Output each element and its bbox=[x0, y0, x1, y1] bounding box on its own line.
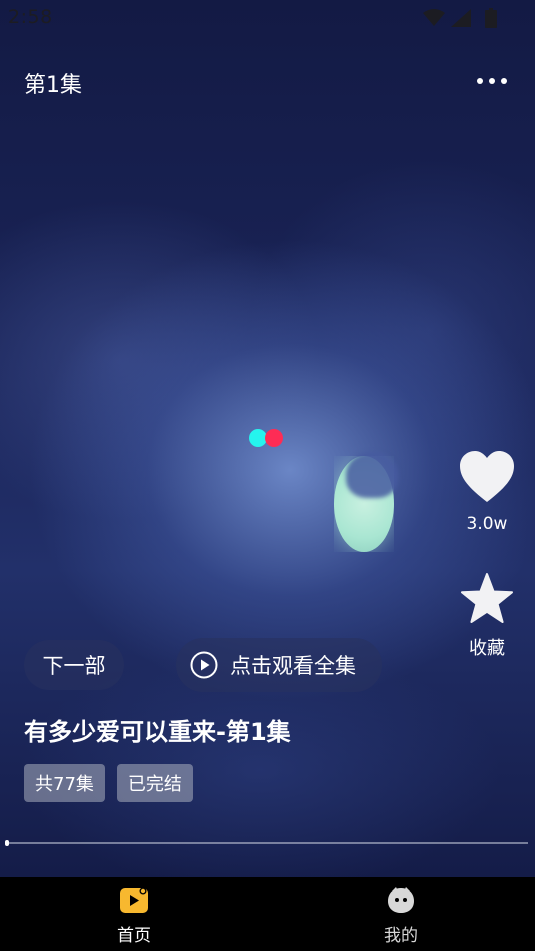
more-dot bbox=[501, 78, 507, 84]
more-icon[interactable] bbox=[477, 68, 507, 94]
play-circle-icon bbox=[190, 651, 218, 679]
wifi-icon bbox=[423, 9, 445, 26]
next-series-button[interactable]: 下一部 bbox=[24, 640, 124, 690]
top-bar: 第1集 bbox=[0, 60, 535, 104]
more-dot bbox=[489, 78, 495, 84]
status-time: 2:58 bbox=[8, 6, 53, 28]
video-home-icon bbox=[120, 887, 148, 913]
progress-bar[interactable] bbox=[6, 842, 528, 844]
nav-item-mine[interactable]: 我的 bbox=[341, 885, 461, 947]
nav-label-mine: 我的 bbox=[384, 926, 418, 946]
cloud-overlay bbox=[346, 452, 398, 498]
heart-icon[interactable] bbox=[459, 450, 515, 504]
watch-all-label: 点击观看全集 bbox=[230, 654, 356, 678]
like-count: 3.0w bbox=[466, 514, 508, 534]
watch-all-button[interactable]: 点击观看全集 bbox=[176, 638, 382, 692]
next-series-label: 下一部 bbox=[42, 654, 106, 678]
episode-count-tag: 共77集 bbox=[24, 764, 105, 802]
bottom-nav: 首页 我的 bbox=[0, 877, 535, 951]
loading-indicator bbox=[249, 429, 283, 447]
favorite-label: 收藏 bbox=[469, 638, 505, 659]
drama-title: 有多少爱可以重来-第1集 bbox=[24, 718, 291, 746]
more-dot bbox=[477, 78, 483, 84]
profile-face-icon bbox=[388, 887, 414, 913]
loading-dot-red bbox=[265, 429, 283, 447]
status-tag: 已完结 bbox=[116, 764, 193, 802]
tag-list: 共77集 已完结 bbox=[24, 764, 193, 802]
signal-icon bbox=[451, 9, 471, 27]
status-bar: 2:58 bbox=[0, 0, 535, 36]
star-icon[interactable] bbox=[459, 572, 515, 626]
battery-icon bbox=[485, 8, 497, 28]
status-icons bbox=[423, 8, 497, 28]
nav-item-home[interactable]: 首页 bbox=[74, 885, 194, 947]
progress-knob[interactable] bbox=[5, 840, 9, 846]
nav-label-home: 首页 bbox=[117, 926, 151, 946]
episode-title: 第1集 bbox=[24, 73, 82, 98]
